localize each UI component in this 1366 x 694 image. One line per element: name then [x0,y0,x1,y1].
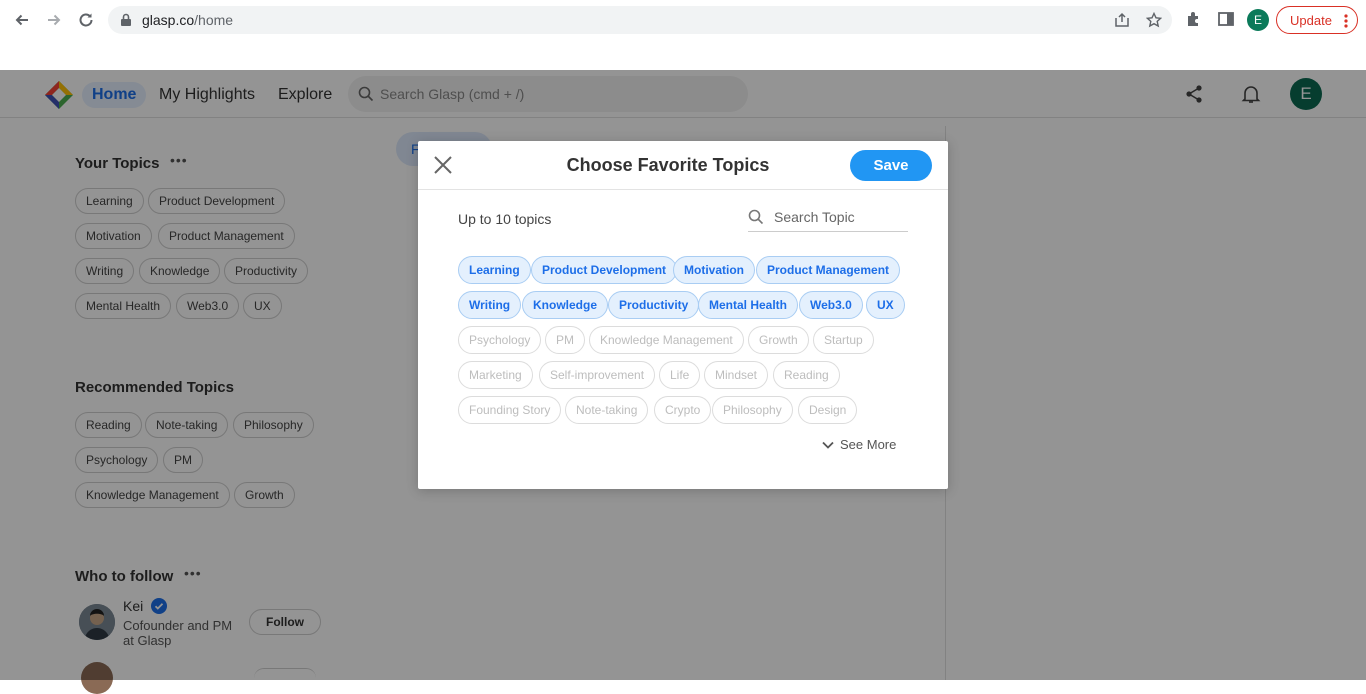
topic-chip[interactable]: Philosophy [712,396,793,424]
search-icon [748,209,764,230]
selected-topic-chip[interactable]: Motivation [673,256,755,284]
browser-toolbar: glasp.co/home E Update [0,0,1366,40]
selected-topic-chip[interactable]: Writing [458,291,522,319]
selected-topic-chip[interactable]: Web3.0 [799,291,863,319]
topic-chip[interactable]: PM [545,326,585,354]
modal-title: Choose Favorite Topics [566,155,770,175]
selected-topic-chip[interactable]: Mental Health [698,291,799,319]
forward-arrow-icon[interactable] [42,8,66,32]
topic-chip[interactable]: Growth [748,326,809,354]
topic-limit-text: Up to 10 topics [458,211,552,227]
update-label: Update [1290,12,1332,28]
topic-chip[interactable]: Note-taking [565,396,649,424]
choose-topics-modal: Choose Favorite Topics Save Up to 10 top… [418,141,948,489]
see-more-label: See More [840,437,897,452]
update-button[interactable]: Update [1276,6,1358,34]
selected-topic-chip[interactable]: Productivity [608,291,700,319]
back-arrow-icon[interactable] [10,8,34,32]
kebab-menu-icon [1344,13,1348,32]
lock-icon [120,13,132,32]
topic-chip[interactable]: Founding Story [458,396,562,424]
topic-chip[interactable]: Knowledge Management [589,326,744,354]
modal-header: Choose Favorite Topics Save [418,141,948,190]
topic-search-placeholder: Search Topic [774,209,855,225]
see-more-button[interactable]: See More [822,437,896,452]
selected-topic-chip[interactable]: Knowledge [522,291,609,319]
selected-topic-chip[interactable]: Product Management [756,256,901,284]
browser-profile-avatar[interactable]: E [1247,9,1269,31]
topic-chip[interactable]: Psychology [458,326,542,354]
topic-chip[interactable]: Marketing [458,361,533,389]
url-text: glasp.co/home [142,12,234,28]
bookmark-star-icon[interactable] [1145,11,1163,28]
topic-chip[interactable]: Mindset [704,361,769,389]
extensions-puzzle-icon[interactable] [1185,10,1205,30]
address-bar[interactable]: glasp.co/home [108,6,1172,34]
topic-chip[interactable]: Startup [813,326,874,354]
topic-chip[interactable]: Life [659,361,701,389]
selected-topic-chip[interactable]: Product Development [531,256,678,284]
side-panel-icon[interactable] [1217,10,1237,30]
topic-search-input[interactable]: Search Topic [748,205,908,232]
reload-icon[interactable] [74,8,98,32]
share-page-icon[interactable] [1114,12,1130,28]
save-button[interactable]: Save [850,150,932,181]
topic-chip[interactable]: Crypto [654,396,712,424]
chevron-down-icon [822,437,834,452]
topic-chip[interactable]: Design [798,396,858,424]
selected-topic-chip[interactable]: Learning [458,256,531,284]
topic-chip[interactable]: Self-improvement [539,361,656,389]
topic-chip[interactable]: Reading [773,361,840,389]
selected-topic-chip[interactable]: UX [866,291,905,319]
